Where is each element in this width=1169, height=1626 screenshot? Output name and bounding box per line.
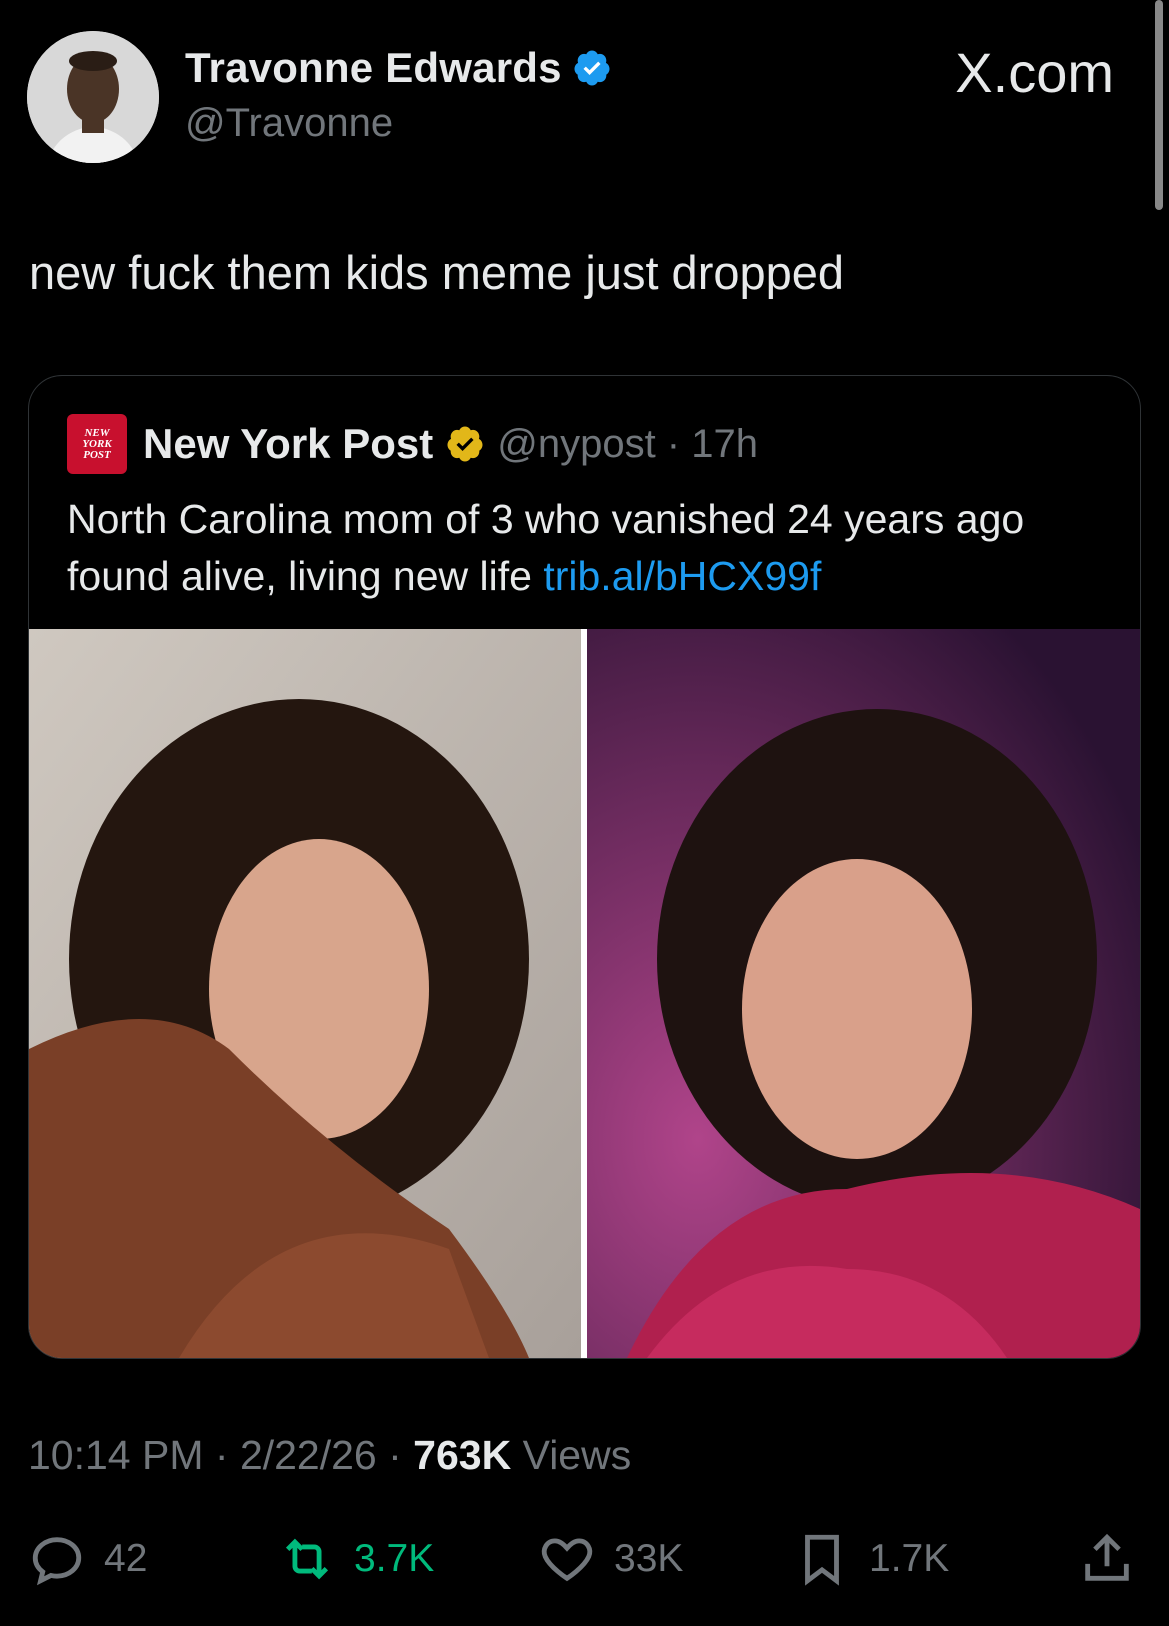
bookmark-count: 1.7K bbox=[869, 1537, 950, 1580]
retweet-button[interactable]: 3.7K bbox=[278, 1530, 434, 1588]
bookmark-button[interactable]: 1.7K bbox=[793, 1530, 949, 1588]
bookmark-icon bbox=[805, 1534, 839, 1586]
brand-watermark: X.com bbox=[955, 41, 1114, 104]
author-avatar[interactable] bbox=[27, 31, 159, 163]
author-handle[interactable]: @Travonne bbox=[185, 101, 393, 146]
nypost-logo-icon: NEW YORK POST bbox=[67, 414, 127, 474]
gold-verified-badge-icon bbox=[447, 426, 483, 462]
tweet-date[interactable]: 2/22/26 bbox=[240, 1432, 377, 1478]
reply-button[interactable]: 42 bbox=[28, 1530, 147, 1588]
author-name[interactable]: Travonne Edwards bbox=[185, 44, 562, 92]
quoted-author-name[interactable]: New York Post bbox=[143, 420, 433, 468]
quoted-link[interactable]: trib.al/bHCX99f bbox=[543, 553, 821, 599]
quoted-text: North Carolina mom of 3 who vanished 24 … bbox=[67, 496, 1025, 599]
like-count: 33K bbox=[614, 1537, 684, 1580]
retweet-icon bbox=[285, 1538, 329, 1580]
verified-badge-icon bbox=[574, 50, 610, 86]
action-bar: 42 3.7K 33K 1.7K bbox=[28, 1530, 1139, 1590]
quoted-media[interactable] bbox=[29, 629, 1140, 1358]
photo-right[interactable] bbox=[587, 629, 1140, 1358]
tweet-time[interactable]: 10:14 PM bbox=[28, 1432, 204, 1478]
like-button[interactable]: 33K bbox=[538, 1530, 683, 1588]
quoted-tweet[interactable]: NEW YORK POST New York Post @nypost · 17… bbox=[28, 375, 1141, 1359]
heart-icon bbox=[541, 1538, 593, 1582]
tweet-meta: 10:14 PM · 2/22/26 · 763K Views bbox=[28, 1432, 632, 1478]
reply-count: 42 bbox=[104, 1537, 148, 1580]
share-button[interactable] bbox=[1078, 1530, 1136, 1588]
share-icon bbox=[1085, 1533, 1129, 1581]
views-label: Views bbox=[522, 1432, 632, 1478]
scrollbar[interactable] bbox=[1155, 0, 1163, 210]
photo-left[interactable] bbox=[29, 629, 581, 1358]
view-count: 763K bbox=[413, 1432, 512, 1478]
quoted-handle-time[interactable]: @nypost · 17h bbox=[497, 422, 758, 467]
retweet-count: 3.7K bbox=[354, 1537, 435, 1580]
tweet-text: new fuck them kids meme just dropped bbox=[29, 246, 845, 299]
reply-icon bbox=[32, 1537, 82, 1586]
